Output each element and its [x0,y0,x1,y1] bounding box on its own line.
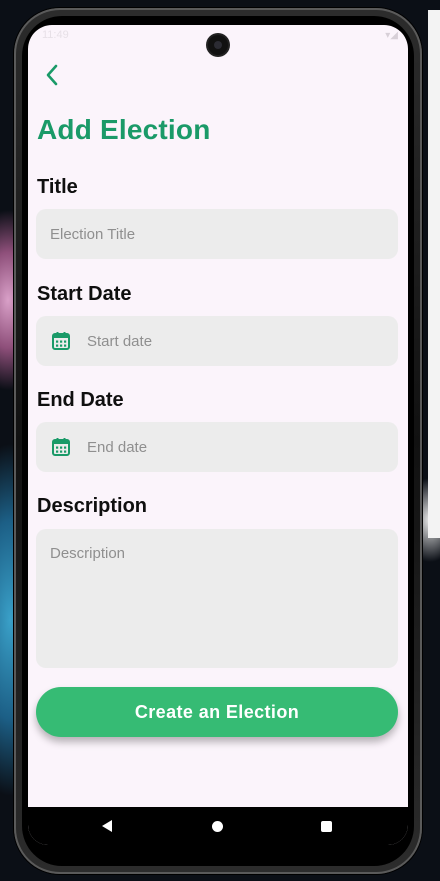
nav-home-icon[interactable] [212,821,223,832]
front-camera [208,35,228,55]
end-date-label: End Date [37,389,124,411]
nav-recents-icon[interactable] [321,821,332,832]
background-window-edge [428,10,440,538]
end-date-placeholder: End date [87,438,148,456]
create-election-button[interactable]: Create an Election [36,687,398,737]
start-date-field[interactable]: Start date [36,316,398,366]
chevron-left-icon [46,64,58,86]
title-label: Title [37,176,78,198]
page-title: Add Election [37,114,211,145]
description-label: Description [37,495,148,517]
app-screen: 11:49 ▾◢ Add Election Title Start Date S… [28,25,408,845]
description-input[interactable] [36,529,398,668]
start-date-placeholder: Start date [87,332,153,350]
start-date-label: Start Date [37,283,132,305]
system-nav-bar [28,807,408,845]
nav-back-icon[interactable] [100,819,114,833]
status-icons: ▾◢ [385,30,398,41]
calendar-icon [52,332,70,350]
end-date-field[interactable]: End date [36,422,398,472]
election-title-input[interactable] [36,209,398,259]
status-time: 11:49 [42,29,69,41]
calendar-icon [52,438,70,456]
back-button[interactable] [34,57,70,93]
